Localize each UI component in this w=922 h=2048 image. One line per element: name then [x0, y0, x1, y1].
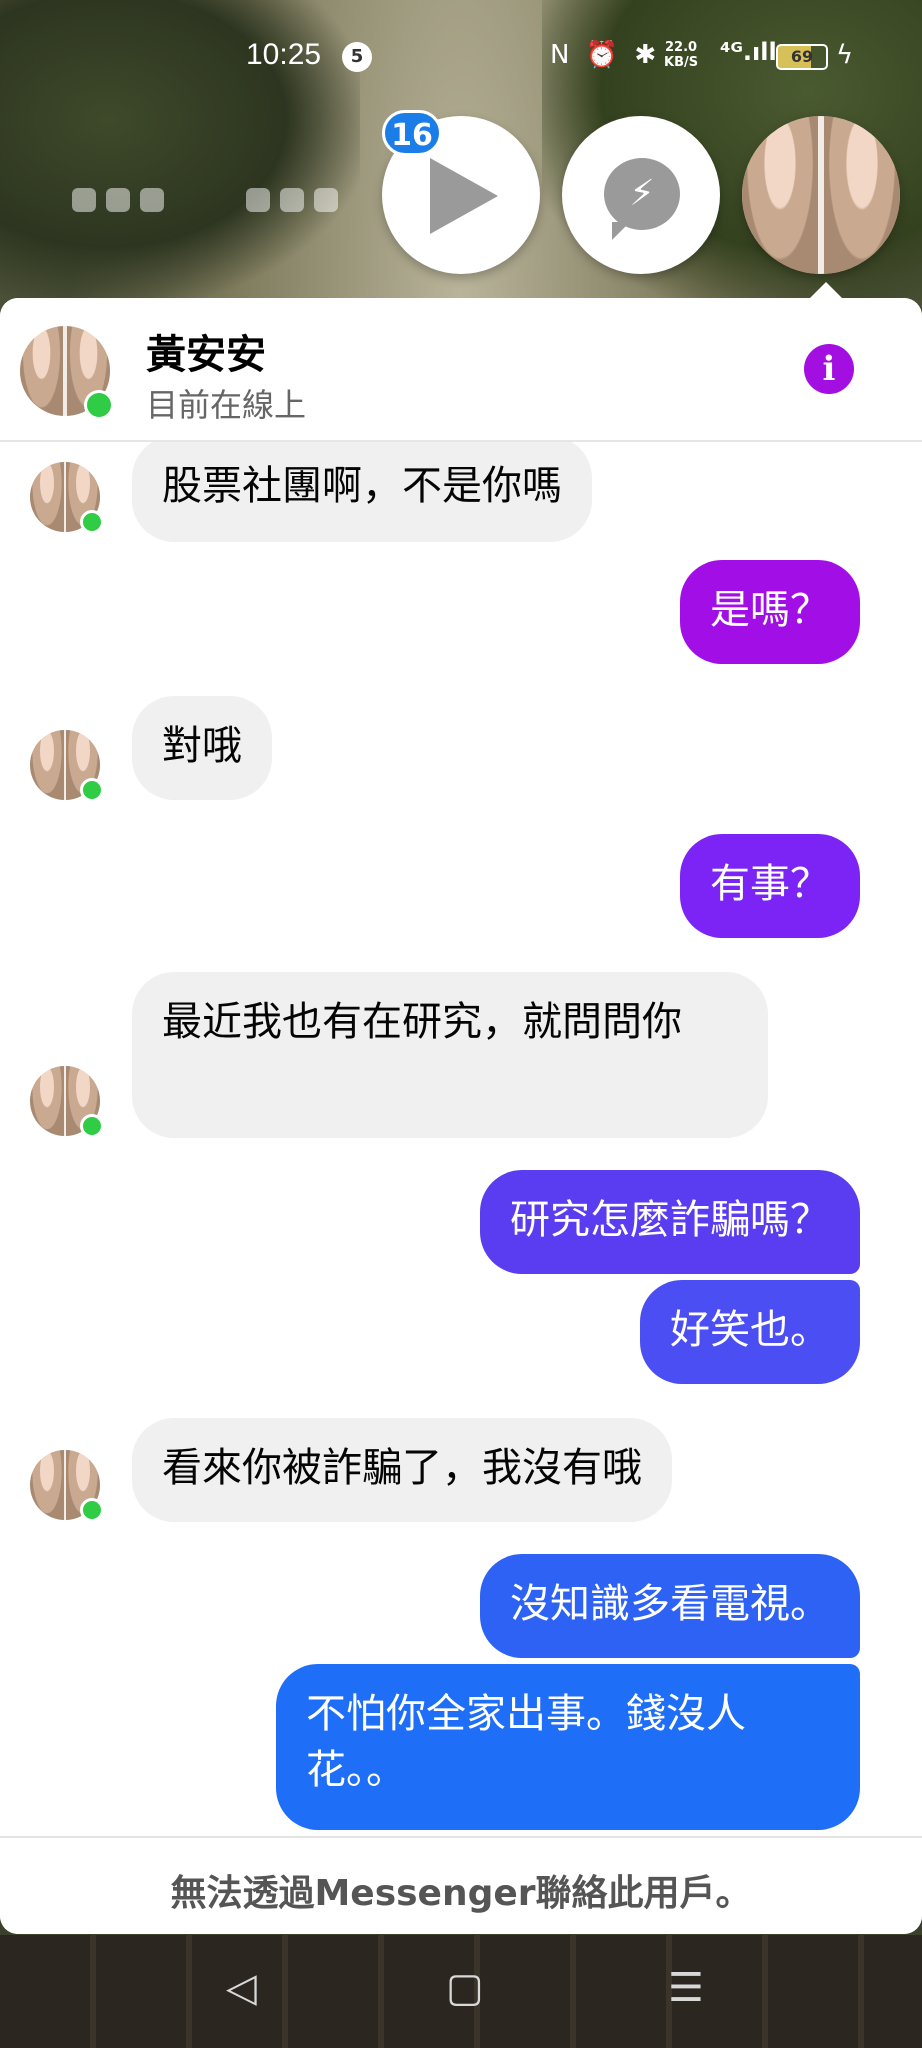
avatar-photo-left: [30, 1450, 64, 1520]
avatar-photo-left: [20, 326, 64, 416]
net-speed-unit: KB/S: [664, 55, 699, 70]
contact-chat-head[interactable]: [742, 116, 900, 274]
chat-header: 黃安安 目前在線上 i: [0, 298, 922, 442]
message-bubble-incoming[interactable]: 看來你被詐騙了，我沒有哦: [132, 1418, 672, 1522]
status-icons: N ⏰ ✱: [550, 40, 661, 70]
message-list[interactable]: 股票社團啊，不是你嗎 是嗎？ 對哦 有事？ 最近我也有在研究，就問問你 研究怎麼…: [0, 442, 922, 1836]
notification-count-badge: 5: [342, 42, 372, 72]
net-speed-value: 22.0: [665, 40, 698, 55]
message-bubble-outgoing[interactable]: 好笑也。: [640, 1280, 860, 1384]
message-bubble-outgoing[interactable]: 是嗎？: [680, 560, 860, 664]
online-indicator: [80, 1498, 104, 1522]
status-bar: 10:25 5 N ⏰ ✱ 22.0 KB/S ⁴ᴳ.ıll 69 ϟ: [0, 30, 922, 86]
avatar-photo-left: [30, 1066, 64, 1136]
message-bubble-outgoing[interactable]: 有事？: [680, 834, 860, 938]
cannot-contact-text: 無法透過Messenger聯絡此用戶。: [170, 1873, 752, 1914]
message-bubble-outgoing[interactable]: 不怕你全家出事。錢沒人花。。: [276, 1664, 860, 1830]
avatar-photo-left: [30, 730, 64, 800]
avatar-photo-right: [824, 116, 900, 274]
messenger-bolt-icon: ⚡: [629, 173, 655, 214]
unread-count-badge: 16: [382, 110, 442, 156]
home-icon[interactable]: ▢: [446, 1968, 484, 2008]
signal-icon: ⁴ᴳ.ıll: [720, 38, 777, 66]
chat-panel: 黃安安 目前在線上 i 股票社團啊，不是你嗎 是嗎？ 對哦 有事？ 最近我也有在…: [0, 298, 922, 1934]
net-speed: 22.0 KB/S: [664, 40, 698, 70]
messenger-icon: ⚡: [604, 158, 680, 240]
contact-status: 目前在線上: [146, 386, 307, 424]
home-screen-icons-left: [72, 188, 174, 216]
online-indicator: [80, 510, 104, 534]
online-indicator: [80, 778, 104, 802]
messenger-chat-head[interactable]: ⚡: [562, 116, 720, 274]
battery-icon: 69: [776, 44, 828, 70]
online-indicator: [80, 1114, 104, 1138]
avatar-photo-left: [30, 462, 64, 532]
back-icon[interactable]: ◁: [226, 1968, 257, 2008]
charging-icon: ϟ: [836, 40, 854, 70]
message-bubble-incoming[interactable]: 股票社團啊，不是你嗎: [132, 442, 592, 542]
menu-icon[interactable]: ☰: [668, 1968, 704, 2008]
avatar-photo-left: [742, 116, 818, 274]
contact-name[interactable]: 黃安安: [146, 322, 266, 380]
system-nav-bar: ◁ ▢ ☰: [0, 1950, 922, 2030]
message-bubble-outgoing[interactable]: 研究怎麼詐騙嗎？: [480, 1170, 860, 1274]
composer-disabled-notice: 無法透過Messenger聯絡此用戶。: [0, 1836, 922, 1934]
info-button[interactable]: i: [804, 344, 854, 394]
play-icon: [430, 158, 498, 234]
online-indicator: [84, 390, 114, 420]
message-bubble-incoming[interactable]: 最近我也有在研究，就問問你: [132, 972, 768, 1138]
message-bubble-outgoing[interactable]: 沒知識多看電視。: [480, 1554, 860, 1658]
status-time: 10:25: [246, 38, 322, 71]
home-screen-icons-right: [246, 188, 348, 216]
message-bubble-incoming[interactable]: 對哦: [132, 696, 272, 800]
